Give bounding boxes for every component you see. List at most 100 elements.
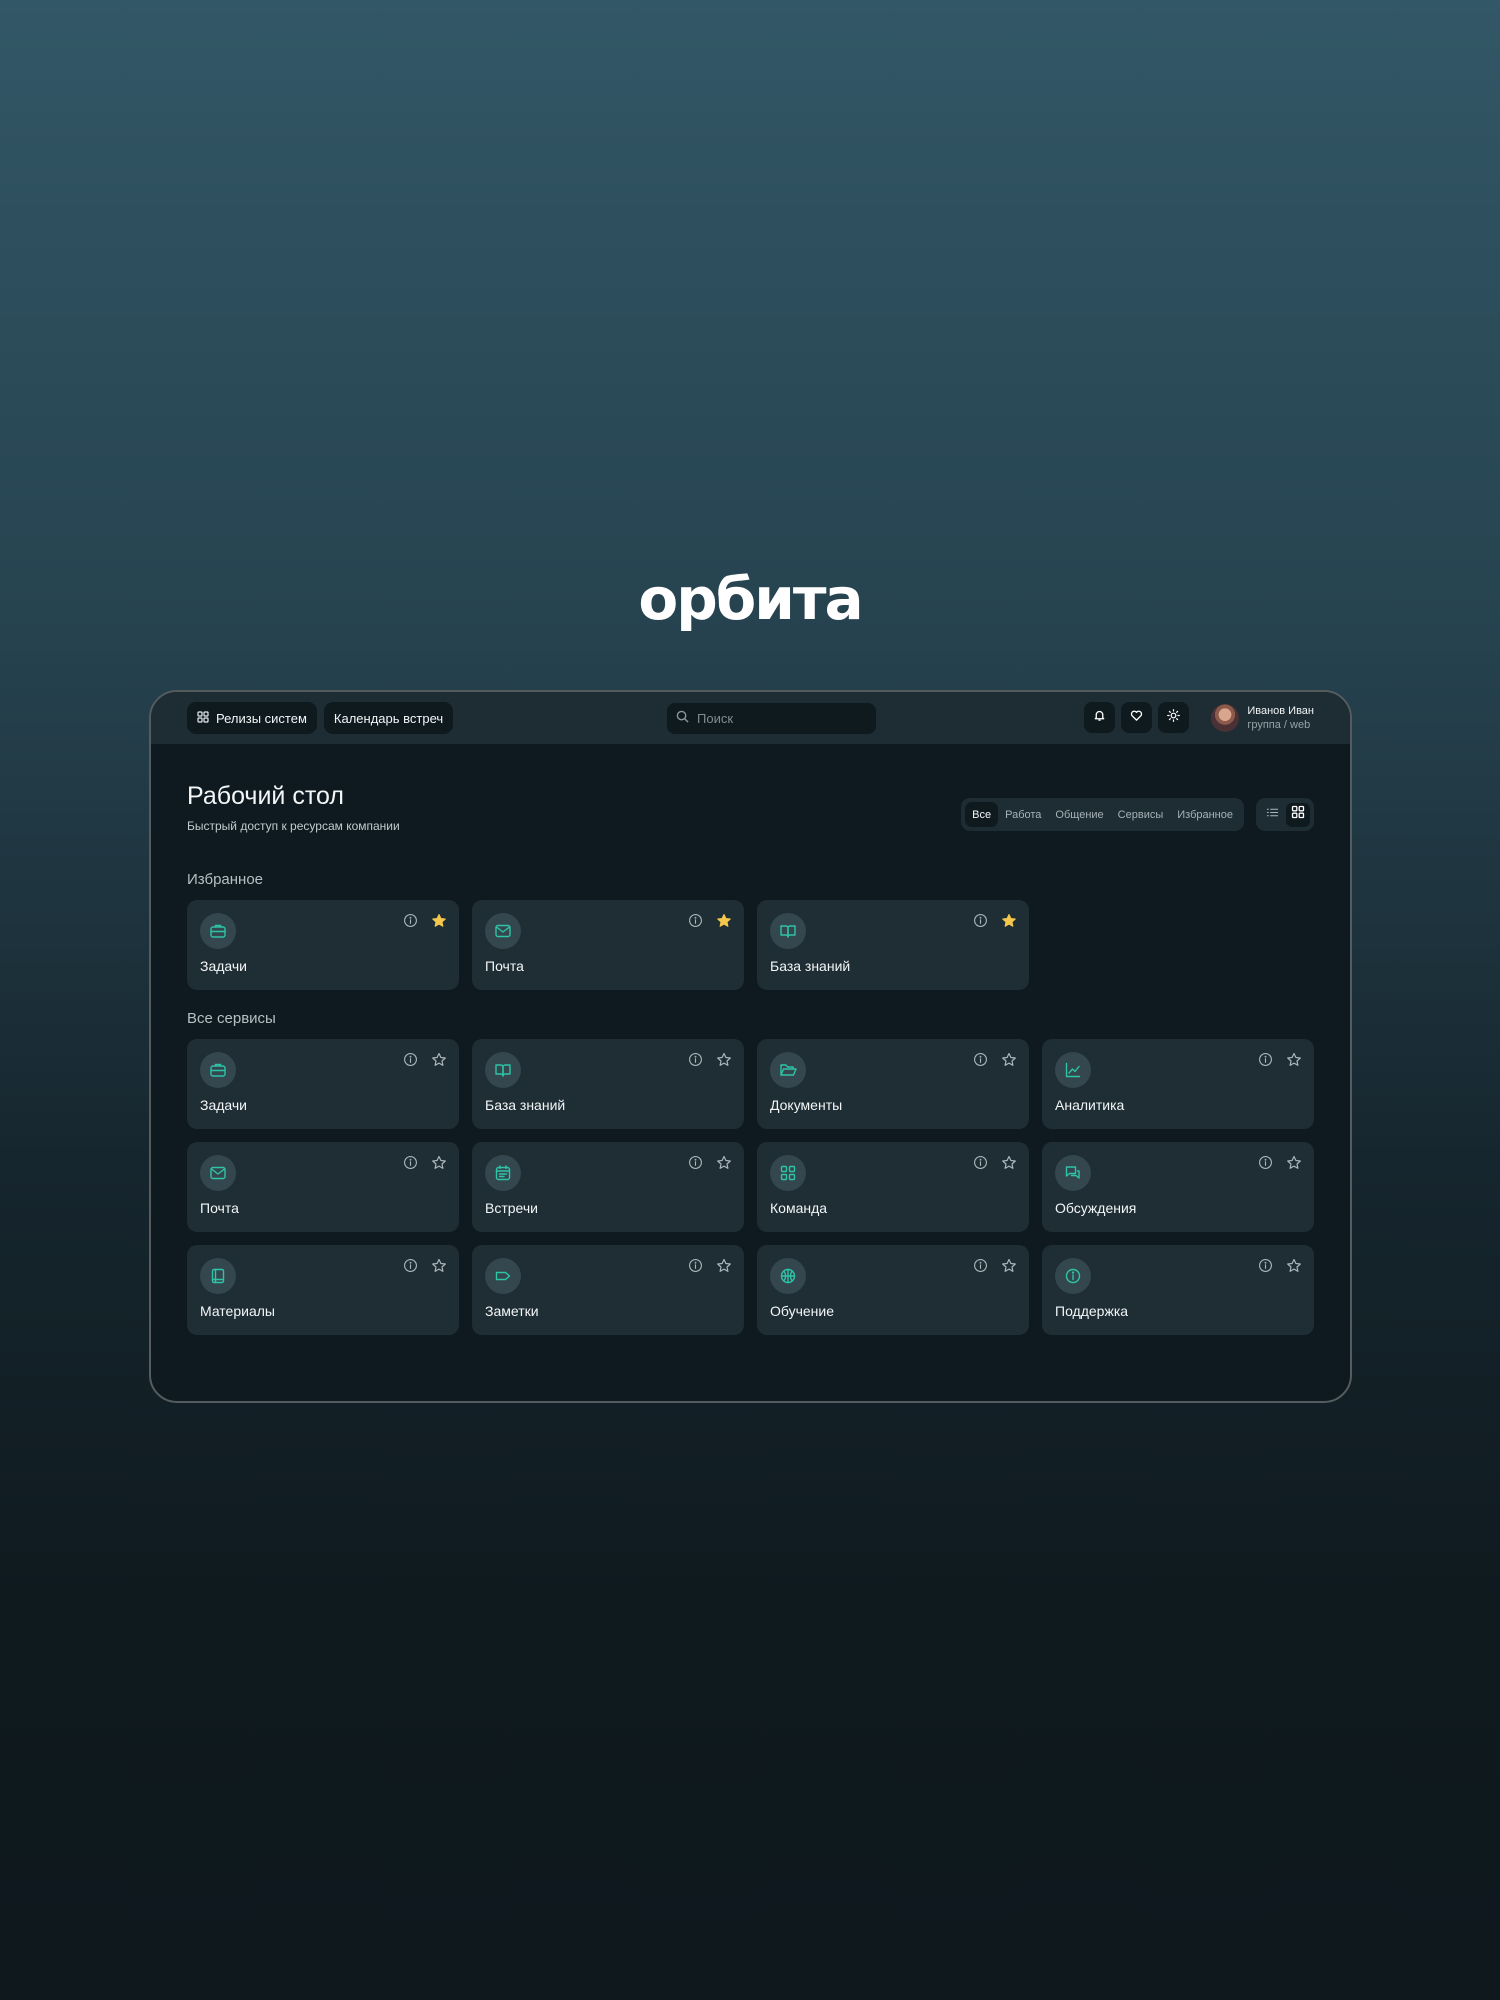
service-card-label: Задачи	[200, 958, 248, 974]
top-bar: Релизы систем Календарь встреч Поиск Ива…	[151, 692, 1350, 744]
folder-open-icon	[770, 1052, 806, 1088]
info-icon[interactable]	[402, 1051, 419, 1068]
grid-icon	[770, 1155, 806, 1191]
star-icon[interactable]	[1285, 1154, 1302, 1171]
filter-tab[interactable]: Общение	[1048, 802, 1110, 827]
service-card[interactable]: Заметки	[472, 1245, 744, 1335]
theme-toggle-button[interactable]	[1158, 702, 1190, 733]
star-filled-icon[interactable]	[430, 912, 447, 929]
user-group: группа / web	[1247, 718, 1311, 731]
grid-view-button[interactable]	[1285, 802, 1310, 827]
star-filled-icon[interactable]	[715, 912, 732, 929]
service-card[interactable]: База знаний	[757, 900, 1029, 990]
meetings-calendar-button-label: Календарь встреч	[333, 710, 444, 726]
meetings-calendar-button[interactable]: Календарь встреч	[323, 702, 454, 734]
service-card[interactable]: Встречи	[472, 1142, 744, 1232]
star-icon[interactable]	[715, 1257, 732, 1274]
star-icon[interactable]	[1000, 1154, 1017, 1171]
book-open-icon	[770, 913, 806, 949]
top-tools: Иванов Иван группа / web	[1078, 702, 1314, 733]
star-icon[interactable]	[1000, 1051, 1017, 1068]
favorites-button[interactable]	[1121, 702, 1153, 733]
info-icon[interactable]	[1257, 1154, 1274, 1171]
tag-icon	[485, 1258, 521, 1294]
app-window: Релизы систем Календарь встреч Поиск Ива…	[149, 690, 1352, 1403]
service-card-label: Поддержка	[1055, 1303, 1129, 1319]
card-actions	[972, 1154, 1017, 1171]
service-card-label: База знаний	[485, 1097, 566, 1113]
releases-button-label: Релизы систем	[216, 710, 307, 726]
sun-icon	[1167, 708, 1181, 727]
list-icon	[1266, 806, 1279, 824]
card-actions	[402, 1257, 447, 1274]
view-mode-switch	[1256, 798, 1314, 831]
list-view-button[interactable]	[1261, 803, 1285, 827]
releases-button[interactable]: Релизы систем	[187, 702, 317, 734]
info-icon[interactable]	[1257, 1257, 1274, 1274]
card-actions	[402, 1154, 447, 1171]
service-card-label: База знаний	[770, 958, 851, 974]
star-filled-icon[interactable]	[1000, 912, 1017, 929]
card-actions	[1257, 1257, 1302, 1274]
star-icon[interactable]	[715, 1051, 732, 1068]
card-actions	[687, 912, 732, 929]
info-icon[interactable]	[687, 1051, 704, 1068]
star-icon[interactable]	[1285, 1257, 1302, 1274]
card-actions	[972, 1257, 1017, 1274]
info-icon[interactable]	[402, 1154, 419, 1171]
card-actions	[972, 1051, 1017, 1068]
filter-tab[interactable]: Работа	[998, 802, 1048, 827]
book-open-icon	[485, 1052, 521, 1088]
star-icon[interactable]	[1285, 1051, 1302, 1068]
service-card[interactable]: Команда	[757, 1142, 1029, 1232]
service-card[interactable]: Материалы	[187, 1245, 459, 1335]
mail-icon	[200, 1155, 236, 1191]
service-card[interactable]: Почта	[187, 1142, 459, 1232]
main-content: Рабочий стол Быстрый доступ к ресурсам к…	[151, 744, 1350, 1335]
service-card[interactable]: Поддержка	[1042, 1245, 1314, 1335]
info-icon[interactable]	[1257, 1051, 1274, 1068]
info-icon[interactable]	[687, 912, 704, 929]
card-actions	[687, 1257, 732, 1274]
filter-tab[interactable]: Избранное	[1170, 802, 1240, 827]
info-icon	[1055, 1258, 1091, 1294]
info-icon[interactable]	[687, 1154, 704, 1171]
service-card[interactable]: Задачи	[187, 900, 459, 990]
star-icon[interactable]	[430, 1051, 447, 1068]
filter-tab[interactable]: Все	[965, 802, 999, 827]
info-icon[interactable]	[687, 1257, 704, 1274]
brand-logo: орбита	[638, 565, 863, 633]
notifications-button[interactable]	[1084, 702, 1116, 733]
service-card-label: Обучение	[770, 1303, 835, 1319]
info-icon[interactable]	[972, 1051, 989, 1068]
service-card[interactable]: Почта	[472, 900, 744, 990]
star-icon[interactable]	[430, 1154, 447, 1171]
user-menu[interactable]: Иванов Иван группа / web	[1211, 703, 1314, 732]
service-card[interactable]: Аналитика	[1042, 1039, 1314, 1129]
service-card[interactable]: Обсуждения	[1042, 1142, 1314, 1232]
service-card-label: Материалы	[200, 1303, 275, 1319]
info-icon[interactable]	[972, 1154, 989, 1171]
filter-tab[interactable]: Сервисы	[1111, 802, 1171, 827]
star-icon[interactable]	[1000, 1257, 1017, 1274]
grid-icon	[197, 710, 209, 726]
search-box	[667, 703, 876, 734]
search-input[interactable]	[697, 711, 857, 726]
info-icon[interactable]	[402, 1257, 419, 1274]
service-card[interactable]: Обучение	[757, 1245, 1029, 1335]
card-actions	[972, 912, 1017, 929]
info-icon[interactable]	[972, 1257, 989, 1274]
avatar	[1211, 703, 1240, 732]
briefcase-icon	[200, 913, 236, 949]
chat-icon	[1055, 1155, 1091, 1191]
grid-icon	[1291, 805, 1305, 824]
star-icon[interactable]	[715, 1154, 732, 1171]
star-icon[interactable]	[430, 1257, 447, 1274]
service-card[interactable]: Документы	[757, 1039, 1029, 1129]
info-icon[interactable]	[972, 912, 989, 929]
service-card-label: Задачи	[200, 1097, 248, 1113]
service-card[interactable]: Задачи	[187, 1039, 459, 1129]
info-icon[interactable]	[402, 912, 419, 929]
globe-icon	[770, 1258, 806, 1294]
service-card[interactable]: База знаний	[472, 1039, 744, 1129]
